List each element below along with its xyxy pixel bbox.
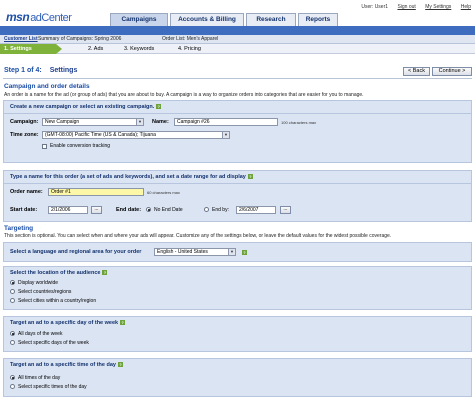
user-links: User: User1 Sign out My Settings Help [353, 4, 471, 10]
sign-out-link[interactable]: Sign out [397, 4, 415, 10]
time-panel: Target an ad to a specific time of the d… [3, 358, 472, 397]
day-option: Select specific days of the week [18, 340, 89, 346]
user-name: User: User1 [361, 4, 389, 10]
chevron-down-icon: ▼ [228, 249, 235, 255]
day-option: All days of the week [18, 331, 63, 337]
no-end-date-label: No End Date [154, 207, 183, 213]
conversion-tracking-checkbox[interactable] [42, 144, 47, 149]
campaign-name-input[interactable]: Campaign #26 [174, 118, 278, 126]
location-option: Select cities within a country/region [18, 298, 97, 304]
divider [3, 78, 472, 79]
help-icon[interactable]: ? [156, 104, 162, 110]
help-icon[interactable]: ? [102, 270, 108, 276]
language-select[interactable]: English - United States ▼ [154, 248, 236, 256]
time-option: All times of the day [18, 375, 61, 381]
breadcrumb-order-list[interactable]: Order List: Men's Apparel [162, 35, 218, 43]
all-days-radio[interactable] [10, 331, 15, 336]
day-panel: Target an ad to a specific day of the we… [3, 316, 472, 352]
time-panel-title: Target an ad to a specific time of the d… [10, 362, 123, 368]
breadcrumb: Customer List Summary of Campaigns: Spri… [0, 35, 475, 44]
start-date-input[interactable]: 2/1/2006 [48, 206, 88, 214]
campaign-select[interactable]: New Campaign ▼ [42, 118, 144, 126]
select-countries-radio[interactable] [10, 289, 15, 294]
end-by-radio[interactable] [204, 207, 209, 212]
step-pricing[interactable]: 4. Pricing [178, 44, 201, 54]
timezone-select[interactable]: (GMT-08:00) Pacific Time (US & Canada); … [42, 131, 230, 139]
my-settings-link[interactable]: My Settings [425, 4, 451, 10]
campaign-section-desc: An order is a name for the ad (or group … [4, 92, 364, 98]
time-option: Select specific times of the day [18, 384, 87, 390]
targeting-title: Targeting [4, 225, 34, 232]
end-date-calendar-button[interactable]: ... [280, 206, 291, 214]
all-times-radio[interactable] [10, 375, 15, 380]
campaign-label: Campaign: [10, 119, 39, 125]
step-settings[interactable]: 1. Settings [0, 44, 62, 54]
step-bar: 1. Settings 2. Ads 3. Keywords 4. Pricin… [0, 44, 475, 54]
help-icon[interactable]: ? [117, 362, 123, 368]
nav-bar [0, 26, 475, 35]
start-date-label: Start date: [10, 207, 38, 213]
panel-divider [4, 183, 471, 184]
header: msnadCenter User: User1 Sign out My Sett… [0, 0, 475, 26]
end-date-input[interactable]: 2/6/2007 [236, 206, 276, 214]
language-panel-title: Select a language and regional area for … [10, 249, 142, 255]
tab-campaigns[interactable]: Campaigns [110, 13, 168, 26]
order-name-input[interactable]: Order #1 [48, 188, 144, 196]
end-date-label: End date: [116, 207, 142, 213]
location-option: Display worldwide [18, 280, 59, 286]
location-panel-title: Select the location of the audience? [10, 270, 108, 276]
conversion-tracking-label: Enable conversion tracking [50, 143, 111, 149]
language-panel: Select a language and regional area for … [3, 242, 472, 262]
start-date-calendar-button[interactable]: ... [91, 206, 102, 214]
breadcrumb-customer-list[interactable]: Customer List [4, 35, 38, 43]
campaign-section-title: Campaign and order details [4, 83, 90, 90]
msn-adcenter-logo: msnadCenter [6, 10, 72, 24]
day-panel-title: Target an ad to a specific day of the we… [10, 320, 126, 326]
panel-divider [4, 113, 471, 114]
step-ads[interactable]: 2. Ads [88, 44, 103, 54]
name-label: Name: [152, 119, 169, 125]
no-end-date-radio[interactable] [146, 207, 151, 212]
select-cities-radio[interactable] [10, 298, 15, 303]
help-icon[interactable]: ? [120, 320, 126, 326]
order-name-label: Order name: [10, 189, 43, 195]
order-panel: Type a name for this order (a set of ads… [3, 170, 472, 222]
timezone-label: Time zone: [10, 132, 39, 138]
chevron-down-icon: ▼ [136, 119, 143, 125]
location-option: Select countries/regions [18, 289, 72, 295]
order-name-hint: 60 characters max [147, 190, 180, 195]
continue-button[interactable]: Continue > [432, 67, 472, 76]
specific-days-radio[interactable] [10, 340, 15, 345]
specific-times-radio[interactable] [10, 384, 15, 389]
chevron-down-icon: ▼ [222, 132, 229, 138]
step-keywords[interactable]: 3. Keywords [124, 44, 154, 54]
end-by-label: End by: [212, 207, 229, 213]
page-title: Step 1 of 4: Settings [4, 67, 78, 74]
breadcrumb-summary[interactable]: Summary of Campaigns: Spring 2006 [38, 35, 121, 43]
name-hint: 100 characters max [281, 120, 317, 125]
tab-research[interactable]: Research [246, 13, 296, 26]
campaign-panel-title: Create a new campaign or select an exist… [10, 104, 162, 110]
help-icon[interactable]: ? [242, 250, 247, 255]
display-worldwide-radio[interactable] [10, 280, 15, 285]
campaign-panel: Create a new campaign or select an exist… [3, 100, 472, 163]
tab-accounts-billing[interactable]: Accounts & Billing [170, 13, 244, 26]
help-icon[interactable]: ? [247, 174, 253, 180]
location-panel: Select the location of the audience? Dis… [3, 266, 472, 310]
tab-reports[interactable]: Reports [298, 13, 338, 26]
order-panel-title: Type a name for this order (a set of ads… [10, 174, 253, 180]
targeting-desc: This section is optional. You can select… [4, 233, 392, 239]
back-button[interactable]: < Back [403, 67, 430, 76]
help-link[interactable]: Help [461, 4, 471, 10]
